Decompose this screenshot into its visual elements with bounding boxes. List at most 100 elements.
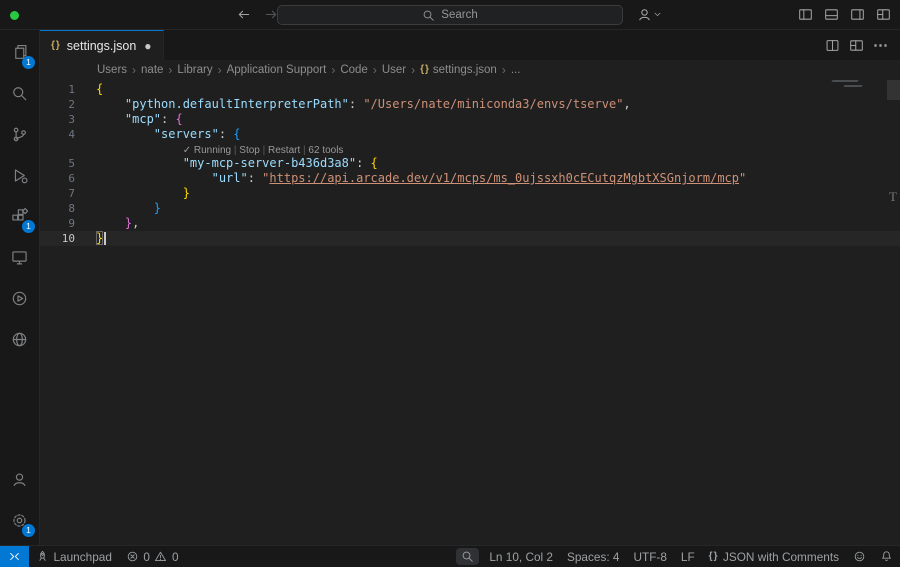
activity-search[interactable] <box>0 73 39 114</box>
badge: 1 <box>22 220 35 233</box>
code-line[interactable]: 7 } <box>40 186 900 201</box>
code-line[interactable]: 2 "python.defaultInterpreterPath": "/Use… <box>40 97 900 112</box>
scrollbar-slider[interactable] <box>887 80 900 100</box>
toggle-panel-button[interactable] <box>824 7 839 22</box>
codelens-restart[interactable]: Restart <box>268 145 300 156</box>
url-link[interactable]: https://api.arcade.dev/v1/mcps/ms_0ujssx… <box>269 171 739 185</box>
tab-label: settings.json <box>67 39 136 53</box>
breadcrumb-separator-icon: › <box>168 63 172 77</box>
breadcrumb-item[interactable]: nate <box>141 64 163 76</box>
breadcrumb-item[interactable]: {}settings.json <box>420 64 497 76</box>
status-eol[interactable]: LF <box>674 546 702 567</box>
code-token: "mcp" <box>125 112 161 126</box>
code-line[interactable]: 3 "mcp": { <box>40 112 900 127</box>
code-text: "my-mcp-server-b436d3a8": { <box>96 156 378 171</box>
status-launchpad-label: Launchpad <box>54 550 112 564</box>
tab-actions: ⋯ <box>825 30 900 60</box>
tab-settings-json[interactable]: {} settings.json ● <box>40 30 164 60</box>
code-line[interactable]: 6 "url": "https://api.arcade.dev/v1/mcps… <box>40 171 900 186</box>
badge: 1 <box>22 56 35 69</box>
status-notifications[interactable] <box>873 546 900 567</box>
status-feedback[interactable] <box>846 546 873 567</box>
status-zoom[interactable] <box>456 548 479 565</box>
codelens-tools[interactable]: 62 tools <box>308 145 343 156</box>
code-token: { <box>233 127 240 141</box>
code-line[interactable]: 9 }, <box>40 216 900 231</box>
breadcrumb-item[interactable]: Users <box>97 64 127 76</box>
status-problems[interactable]: 00 <box>119 546 186 567</box>
code-line[interactable]: 8 } <box>40 201 900 216</box>
activity-extensions[interactable]: 1 <box>0 196 39 237</box>
breadcrumb-separator-icon: › <box>373 63 377 77</box>
more-icon: ⋯ <box>873 38 889 53</box>
editor-layout-button[interactable] <box>849 38 864 53</box>
breadcrumb-item[interactable]: User <box>382 64 406 76</box>
line-number: 5 <box>40 156 75 171</box>
breadcrumb-label: Library <box>177 64 212 76</box>
search-icon <box>422 9 435 22</box>
code-line[interactable]: 4 "servers": { <box>40 127 900 142</box>
status-cursor-position-label: Ln 10, Col 2 <box>489 550 553 564</box>
line-number: 9 <box>40 216 75 231</box>
code-text: } <box>96 231 106 246</box>
breadcrumb-item[interactable]: Library <box>177 64 212 76</box>
status-encoding[interactable]: UTF-8 <box>626 546 673 567</box>
line-number: 7 <box>40 186 75 201</box>
codelens-running[interactable]: ✓ Running <box>183 145 231 156</box>
globe-icon <box>11 331 28 348</box>
status-launchpad[interactable]: Launchpad <box>29 546 119 567</box>
code-token: "python.defaultInterpreterPath" <box>125 97 349 111</box>
run-debug-icon <box>11 167 28 184</box>
breadcrumb-item[interactable]: Application Support <box>227 64 327 76</box>
activity-settings[interactable]: 1 <box>0 500 39 541</box>
layout-sidebar-right-icon <box>850 7 865 22</box>
code-text: } <box>96 201 161 216</box>
account-icon <box>637 7 652 22</box>
customize-layout-button[interactable] <box>876 7 891 22</box>
more-actions-button[interactable]: ⋯ <box>873 38 889 53</box>
code-line[interactable]: 5 "my-mcp-server-b436d3a8": { <box>40 156 900 171</box>
status-cursor-position[interactable]: Ln 10, Col 2 <box>482 546 560 567</box>
account-menu[interactable] <box>637 0 662 29</box>
code-text: { <box>96 82 103 97</box>
command-center-search[interactable]: Search <box>277 5 623 25</box>
codelens-indent <box>96 142 183 156</box>
code-token <box>96 201 154 215</box>
code-text: "python.defaultInterpreterPath": "/Users… <box>96 97 631 112</box>
code-token: } <box>183 186 190 200</box>
activity-source-control[interactable] <box>0 114 39 155</box>
activity-run-debug[interactable] <box>0 155 39 196</box>
toggle-primary-sidebar-button[interactable] <box>798 7 813 22</box>
layout-controls <box>798 0 891 29</box>
toggle-secondary-sidebar-button[interactable] <box>850 7 865 22</box>
status-indentation[interactable]: Spaces: 4 <box>560 546 626 567</box>
activity-explorer[interactable]: 1 <box>0 32 39 73</box>
code-token: { <box>96 82 103 96</box>
remote-icon <box>8 550 21 563</box>
code-line[interactable]: 10} <box>40 231 900 246</box>
breadcrumb-item[interactable]: ... <box>511 64 521 76</box>
line-number: 10 <box>40 231 75 246</box>
codelens-stop[interactable]: Stop <box>239 145 260 156</box>
status-language-mode[interactable]: {}JSON with Comments <box>702 546 846 567</box>
split-editor-button[interactable] <box>825 38 840 53</box>
codelens: ✓ Running | Stop | Restart | 62 tools <box>96 142 343 156</box>
activity-globe[interactable] <box>0 319 39 360</box>
breadcrumb-item[interactable]: Code <box>340 64 368 76</box>
go-back-button[interactable] <box>236 7 251 22</box>
minimap[interactable] <box>828 80 884 110</box>
tab-bar: {} settings.json ● ⋯ <box>40 30 900 60</box>
activity-remote-explorer[interactable] <box>0 237 39 278</box>
search-icon <box>11 85 28 102</box>
code-token <box>96 97 125 111</box>
line-number <box>40 142 75 156</box>
window-indicator <box>10 11 19 20</box>
codelens-row: ✓ Running | Stop | Restart | 62 tools <box>40 142 900 156</box>
activity-accounts[interactable] <box>0 459 39 500</box>
code-token: "my-mcp-server-b436d3a8" <box>183 156 356 170</box>
activity-run-circle[interactable] <box>0 278 39 319</box>
editor[interactable]: 1{2 "python.defaultInterpreterPath": "/U… <box>40 79 900 545</box>
bell-icon <box>880 550 893 563</box>
code-line[interactable]: 1{ <box>40 82 900 97</box>
status-remote[interactable] <box>0 546 29 567</box>
